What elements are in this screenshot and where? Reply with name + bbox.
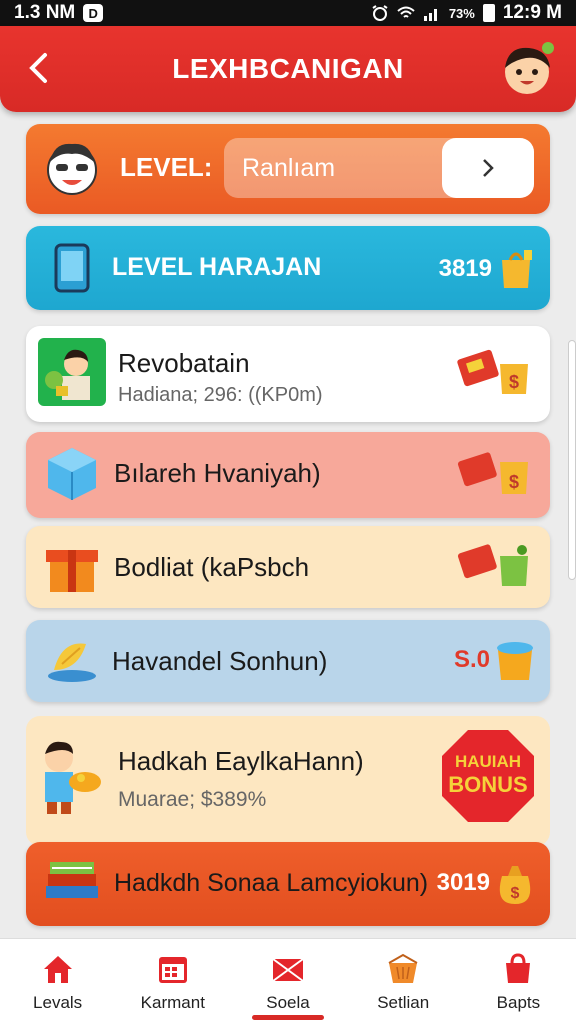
- battery-percent: 73%: [448, 5, 475, 21]
- nav-item-soela[interactable]: Soela: [230, 939, 345, 1024]
- nav-active-indicator: [252, 1015, 324, 1020]
- page-title: LEXHBCANIGAN: [172, 53, 404, 84]
- signal-icon: [423, 9, 437, 21]
- red-envelope-gift-icon: [457, 544, 528, 586]
- reward-amount: 3819: [438, 255, 492, 282]
- card-title: Revobatain: [118, 348, 250, 378]
- reward-amount: S.0: [453, 646, 490, 673]
- badge-line1: HAUIAH: [454, 752, 522, 771]
- card-title: Bodliat (kaPsbch: [114, 552, 310, 582]
- status-bar: 1.3 NM D 73% 12:9 M: [0, 0, 576, 26]
- bonus-badge[interactable]: HAUIAH BONUS: [438, 726, 538, 826]
- nav-label: Setlian: [377, 992, 430, 1012]
- red-envelope-coin-icon: $: [457, 452, 528, 494]
- back-button[interactable]: [18, 48, 58, 88]
- corn-icon: [38, 626, 106, 694]
- app-header: LEXHBCANIGAN: [0, 26, 576, 112]
- character-thumbnail-icon: [38, 338, 106, 406]
- bag-icon: [506, 952, 531, 983]
- books-icon: [38, 850, 106, 918]
- red-envelope-coin-icon: $: [457, 349, 528, 394]
- level-input-value: Ranlıam: [242, 154, 336, 182]
- level-label: LEVEL:: [120, 152, 213, 182]
- status-time-left: 1.3 NM: [14, 2, 76, 23]
- nav-label: Soela: [266, 992, 310, 1012]
- card-title: Bılareh Hvaniyah): [114, 458, 321, 488]
- bottom-navigation: Levals Karmant Soela Setlian Bapts: [0, 938, 576, 1024]
- nav-item-karmant[interactable]: Karmant: [115, 939, 230, 1024]
- envelope-icon: [272, 957, 304, 982]
- nav-label: Karmant: [140, 992, 205, 1012]
- alarm-icon: [372, 5, 388, 21]
- mascot-avatar-icon[interactable]: [496, 38, 558, 100]
- chevron-left-icon: [29, 53, 47, 83]
- task-card-level[interactable]: LEVEL HARAJAN 3819: [26, 226, 550, 310]
- level-pill-text: 8: [460, 154, 474, 182]
- home-icon: [43, 955, 72, 983]
- task-card-revobatain[interactable]: Revobatain Hadiana; 296: ((KP0m) $: [26, 326, 550, 422]
- card-title: LEVEL HARAJAN: [112, 253, 322, 281]
- nav-label: Bapts: [496, 992, 541, 1012]
- card-reward: S.0: [454, 636, 536, 684]
- battery-icon: [482, 4, 495, 22]
- level-input-field[interactable]: Ranlıam 8: [224, 138, 534, 198]
- chevron-right-icon: [483, 159, 494, 177]
- reward-amount: 3019: [436, 869, 490, 896]
- character-face-icon: [47, 143, 97, 195]
- card-reward: 3819: [439, 248, 536, 290]
- card-title: Havandel Sonhun): [112, 646, 328, 676]
- card-title: Hadkah EaylkaHann): [118, 746, 364, 776]
- nav-label: Levals: [33, 992, 83, 1012]
- card-reward: 3019 $: [437, 858, 536, 908]
- card-subtitle: Muarae; $389%: [118, 788, 267, 811]
- calendar-icon: [158, 956, 187, 983]
- nav-item-levals[interactable]: Levals: [0, 939, 115, 1024]
- task-card-bilareh[interactable]: Bılareh Hvaniyah) $: [26, 432, 550, 518]
- task-card-bodliat[interactable]: Bodliat (kaPsbch: [26, 526, 550, 608]
- level-select-button[interactable]: 8: [442, 138, 534, 198]
- boy-character-icon: [36, 741, 104, 814]
- cube-icon: [38, 440, 106, 508]
- money-bag-icon: $: [499, 866, 531, 904]
- basket-icon: [388, 953, 418, 983]
- app-notification-icon: D: [83, 4, 104, 22]
- phone-icon: [38, 234, 106, 302]
- card-subtitle: Hadiana; 296: ((KP0m): [118, 384, 323, 406]
- nav-item-setlian[interactable]: Setlian: [346, 939, 461, 1024]
- nav-item-bapts[interactable]: Bapts: [461, 939, 576, 1024]
- task-card-hadkdh[interactable]: Hadkdh Sonaa Lamcyiokun) 3019 $: [26, 842, 550, 926]
- wifi-icon: [397, 6, 415, 18]
- svg-text:$: $: [511, 885, 520, 902]
- card-reward: $: [456, 448, 536, 500]
- gift-box-icon: [38, 532, 106, 600]
- badge-line2: BONUS: [448, 772, 528, 797]
- gift-bag-icon: [502, 250, 532, 288]
- card-title: Hadkdh Sonaa Lamcyiokun): [114, 869, 429, 897]
- svg-text:$: $: [509, 372, 519, 392]
- level-bar: LEVEL: Ranlıam 8: [26, 124, 550, 214]
- coin-jar-icon: [497, 642, 533, 680]
- task-card-havandel[interactable]: Havandel Sonhun) S.0: [26, 620, 550, 702]
- main-content: LEVEL: Ranlıam 8 LEVEL HARAJAN 3819 Revo…: [0, 112, 576, 938]
- scrollbar[interactable]: [568, 340, 576, 580]
- svg-text:$: $: [509, 472, 519, 492]
- card-reward: $: [456, 348, 536, 400]
- card-reward: [456, 540, 536, 592]
- status-time: 12:9 M: [502, 2, 562, 23]
- bonus-card[interactable]: Hadkah EaylkaHann) Muarae; $389% HAUIAH …: [26, 716, 550, 846]
